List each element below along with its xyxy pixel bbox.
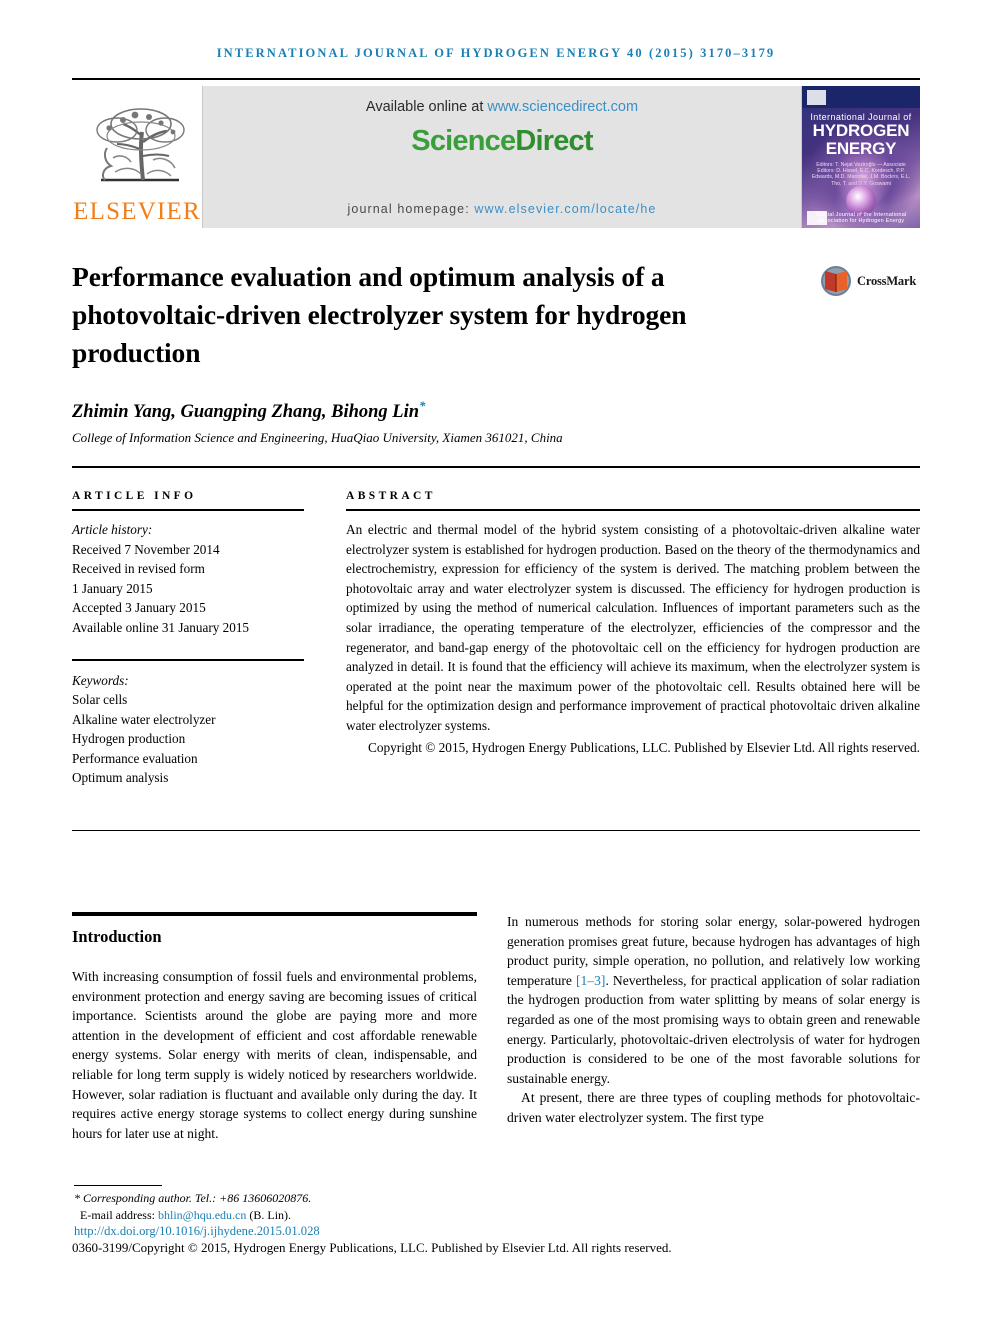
keywords-divider-rule xyxy=(72,659,304,661)
email-suffix: (B. Lin). xyxy=(246,1207,292,1222)
running-head: International Journal of Hydrogen Energy… xyxy=(216,46,776,60)
abstract-rule xyxy=(346,509,920,511)
body-paragraph: At present, there are three types of cou… xyxy=(507,1090,920,1125)
journal-homepage-line: journal homepage: www.elsevier.com/locat… xyxy=(203,202,801,216)
elsevier-wordmark: ELSEVIER xyxy=(73,198,201,225)
journal-masthead: ELSEVIER Available online at www.science… xyxy=(72,86,920,228)
doi-link[interactable]: http://dx.doi.org/10.1016/j.ijhydene.201… xyxy=(74,1223,774,1240)
crossmark-label: CrossMark xyxy=(857,273,917,288)
paragraph-text-b: . Nevertheless, for practical applicatio… xyxy=(507,972,921,1086)
cover-publisher-mark xyxy=(807,90,826,105)
paper-page: International Journal of Hydrogen Energy… xyxy=(0,0,992,1323)
abstract-copyright: Copyright © 2015, Hydrogen Energy Public… xyxy=(367,739,920,755)
cover-title-energy: ENERGY xyxy=(825,139,897,158)
article-history-item: Available online 31 January 2015 xyxy=(72,619,250,635)
body-section-top-rule xyxy=(72,830,920,832)
section-heading-introduction: Introduction xyxy=(72,927,162,946)
author-list: Zhimin Yang, Guangping Zhang, Bihong Lin… xyxy=(72,398,852,423)
keywords-label: Keywords: xyxy=(72,672,129,688)
cover-editors: Editors: T. Nejat Veziroğlu — Associate … xyxy=(811,162,911,187)
article-history-item: Accepted 3 January 2015 xyxy=(72,600,206,615)
corresponding-author-marker: * xyxy=(419,398,426,413)
article-history-item: Received in revised form xyxy=(72,561,205,576)
sciencedirect-logo: ScienceDirect xyxy=(411,125,593,158)
journal-homepage-label: journal homepage: xyxy=(347,202,475,216)
article-info-label: ARTICLE INFO xyxy=(72,490,197,502)
sciencedirect-logo-part2: Direct xyxy=(515,125,593,157)
abstract-text: An electric and thermal model of the hyb… xyxy=(346,522,920,733)
crossmark-icon xyxy=(820,265,852,297)
article-info-rule xyxy=(72,509,304,511)
article-history-item: Received 7 November 2014 xyxy=(72,541,220,557)
abstract-section-top-rule xyxy=(72,466,920,468)
available-online-line: Available online at www.sciencedirect.co… xyxy=(366,99,638,115)
cover-title-line2: HYDROGEN ENERGY xyxy=(802,122,920,158)
sciencedirect-banner: Available online at www.sciencedirect.co… xyxy=(202,86,802,228)
crossmark-badge[interactable]: CrossMark xyxy=(820,265,916,297)
sciencedirect-link[interactable]: www.sciencedirect.com xyxy=(487,99,638,115)
citation-link-1-3[interactable]: [1–3] xyxy=(576,973,605,988)
keyword-item: Hydrogen production xyxy=(72,731,186,746)
header-divider-rule xyxy=(72,78,920,80)
keyword-item: Solar cells xyxy=(72,692,128,707)
body-column-right: In numerous methods for storing solar en… xyxy=(507,912,920,1128)
email-link[interactable]: bhlin@hqu.edu.cn xyxy=(158,1208,246,1222)
footnote-block: * Corresponding author. Tel.: +86 136060… xyxy=(74,1190,774,1240)
title-block: Performance evaluation and optimum analy… xyxy=(72,258,802,372)
author-names: Zhimin Yang, Guangping Zhang, Bihong Lin xyxy=(72,402,420,423)
body-paragraph: With increasing consumption of fossil fu… xyxy=(72,969,477,1141)
article-info-column: ARTICLE INFO Article history: Received 7… xyxy=(72,490,304,788)
keyword-item: Alkaline water electrolyzer xyxy=(72,711,216,727)
affiliation: College of Information Science and Engin… xyxy=(72,430,563,445)
corresponding-author-note: * Corresponding author. Tel.: +86 136060… xyxy=(74,1191,312,1205)
article-history-item: 1 January 2015 xyxy=(72,580,153,596)
keyword-item: Performance evaluation xyxy=(72,750,198,766)
elsevier-tree-icon xyxy=(83,102,191,198)
abstract-label: ABSTRACT xyxy=(346,490,436,502)
sciencedirect-logo-part1: Science xyxy=(411,125,516,157)
article-history-label: Article history: xyxy=(72,522,153,537)
abstract-column: ABSTRACT An electric and thermal model o… xyxy=(346,490,920,757)
email-label: E-mail address: xyxy=(80,1207,158,1222)
cover-footer-text: Official Journal of the International As… xyxy=(815,212,907,224)
section-heading-rule xyxy=(72,912,477,916)
footnote-divider-rule xyxy=(74,1185,162,1187)
page-title: Performance evaluation and optimum analy… xyxy=(72,261,687,368)
cover-title-hydrogen: HYDROGEN xyxy=(812,121,910,140)
journal-cover-image: International Journal of HYDROGEN ENERGY… xyxy=(802,86,920,228)
email-note: E-mail address: bhlin@hqu.edu.cn (B. Lin… xyxy=(74,1207,774,1224)
keyword-item: Optimum analysis xyxy=(72,770,169,785)
available-online-label: Available online at xyxy=(365,99,488,115)
issn-copyright-line: 0360-3199/Copyright © 2015, Hydrogen Ene… xyxy=(72,1240,672,1255)
body-column-left: Introduction With increasing consumption… xyxy=(72,912,477,1143)
journal-homepage-link[interactable]: www.elsevier.com/locate/he xyxy=(474,202,656,216)
elsevier-logo: ELSEVIER xyxy=(72,86,202,228)
body-paragraph: In numerous methods for storing solar en… xyxy=(507,912,920,1088)
